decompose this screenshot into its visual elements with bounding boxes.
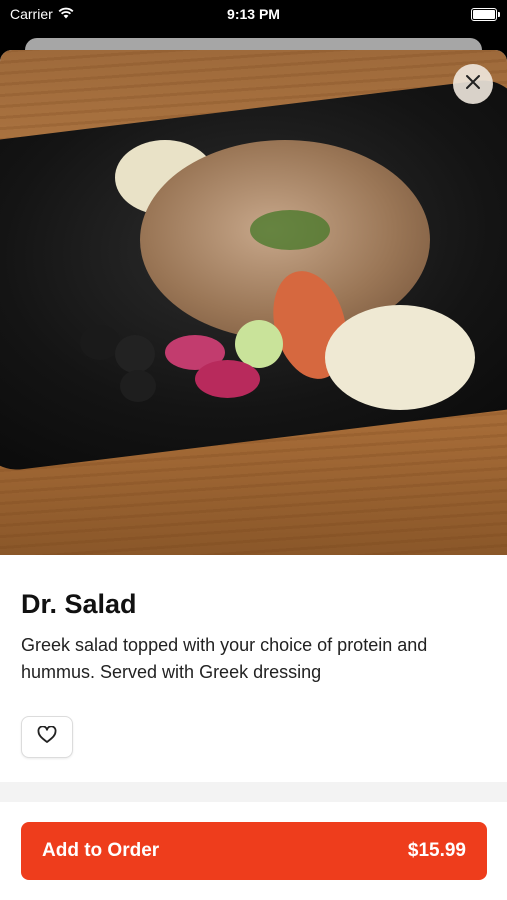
item-description: Greek salad topped with your choice of p… xyxy=(21,635,428,682)
close-icon xyxy=(465,74,481,95)
item-title: Dr. Salad xyxy=(21,589,137,619)
item-info: Dr. Salad Greek salad topped with your c… xyxy=(0,555,507,758)
order-price: $15.99 xyxy=(407,840,466,861)
add-to-order-button[interactable]: Add to Order $15.99 xyxy=(21,822,487,880)
item-photo xyxy=(0,50,507,555)
battery-icon xyxy=(471,8,500,21)
section-divider xyxy=(0,782,507,802)
item-detail-sheet: Dr. Salad Greek salad topped with your c… xyxy=(0,50,507,900)
heart-icon xyxy=(37,724,57,749)
status-time: 9:13 PM xyxy=(227,6,280,22)
favorite-button[interactable] xyxy=(21,716,73,758)
add-to-order-label: Add to Order xyxy=(42,840,160,861)
status-bar: Carrier 9:13 PM xyxy=(0,0,507,30)
close-button[interactable] xyxy=(453,64,493,104)
